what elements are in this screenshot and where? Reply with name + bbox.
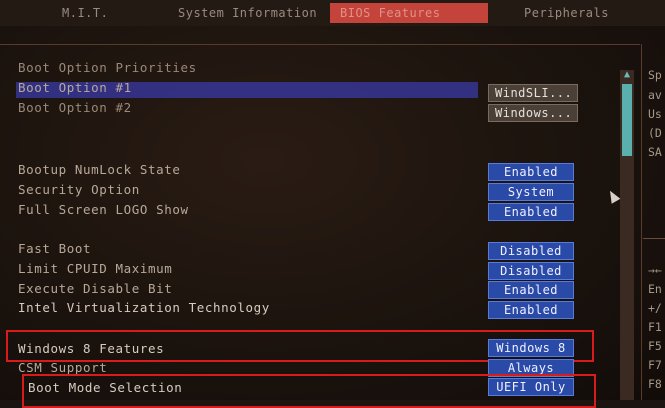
- execute-disable-value[interactable]: Enabled: [488, 281, 574, 299]
- tab-bios-features[interactable]: BIOS Features: [330, 3, 488, 23]
- full-screen-logo-value[interactable]: Enabled: [488, 203, 574, 221]
- help-text-5: SA: [648, 145, 662, 159]
- key-hint-5: F5: [648, 339, 662, 353]
- section-title: Boot Option Priorities: [18, 60, 197, 75]
- security-option-value[interactable]: System: [488, 183, 574, 201]
- help-text-4: (D: [648, 126, 662, 140]
- key-hint-2: En: [648, 282, 662, 296]
- boot-mode-value[interactable]: UEFI Only: [488, 378, 574, 396]
- limit-cpuid-value[interactable]: Disabled: [488, 262, 574, 280]
- fast-boot-value[interactable]: Disabled: [488, 242, 574, 260]
- help-text-1: Sp: [648, 68, 662, 82]
- bootup-numlock-label[interactable]: Bootup NumLock State: [18, 162, 181, 177]
- full-screen-logo-label[interactable]: Full Screen LOGO Show: [18, 202, 189, 217]
- fast-boot-label[interactable]: Fast Boot: [18, 241, 91, 256]
- boot-option-2-label[interactable]: Boot Option #2: [18, 100, 132, 115]
- bios-screen: M.I.T. System Information BIOS Features …: [0, 0, 665, 408]
- bootup-numlock-value[interactable]: Enabled: [488, 163, 574, 181]
- header-divider: [0, 44, 640, 45]
- intel-vt-label[interactable]: Intel Virtualization Technology: [18, 300, 270, 315]
- tab-bar: M.I.T. System Information BIOS Features …: [0, 0, 665, 26]
- scroll-up-icon[interactable]: ▲: [620, 68, 634, 82]
- key-hint-4: F1: [648, 320, 662, 334]
- security-option-label[interactable]: Security Option: [18, 182, 140, 197]
- tab-mit[interactable]: M.I.T.: [62, 3, 108, 23]
- boot-option-1-value[interactable]: WindSLI...: [488, 84, 578, 102]
- key-hint-1: →←: [648, 263, 662, 277]
- key-hint-7: F8: [648, 377, 662, 391]
- tab-system-information[interactable]: System Information: [178, 3, 317, 23]
- windows8-features-label[interactable]: Windows 8 Features: [18, 341, 164, 356]
- execute-disable-label[interactable]: Execute Disable Bit: [18, 281, 172, 296]
- boot-mode-label[interactable]: Boot Mode Selection: [28, 380, 182, 395]
- boot-option-1-label[interactable]: Boot Option #1: [18, 80, 132, 95]
- right-panel-separator: [643, 238, 665, 239]
- help-text-3: Us: [648, 107, 662, 121]
- csm-support-label[interactable]: CSM Support: [18, 360, 107, 375]
- limit-cpuid-label[interactable]: Limit CPUID Maximum: [18, 261, 172, 276]
- windows8-features-value[interactable]: Windows 8: [488, 339, 574, 357]
- mouse-cursor-icon: [605, 188, 621, 204]
- intel-vt-value[interactable]: Enabled: [488, 301, 574, 319]
- scrollbar-thumb[interactable]: [622, 84, 632, 156]
- tab-peripherals[interactable]: Peripherals: [524, 3, 609, 23]
- right-panel-divider: [641, 44, 642, 400]
- key-hint-3: +/: [648, 301, 662, 315]
- help-text-2: av: [648, 88, 662, 102]
- key-hint-6: F7: [648, 358, 662, 372]
- boot-option-2-value[interactable]: Windows...: [488, 104, 578, 122]
